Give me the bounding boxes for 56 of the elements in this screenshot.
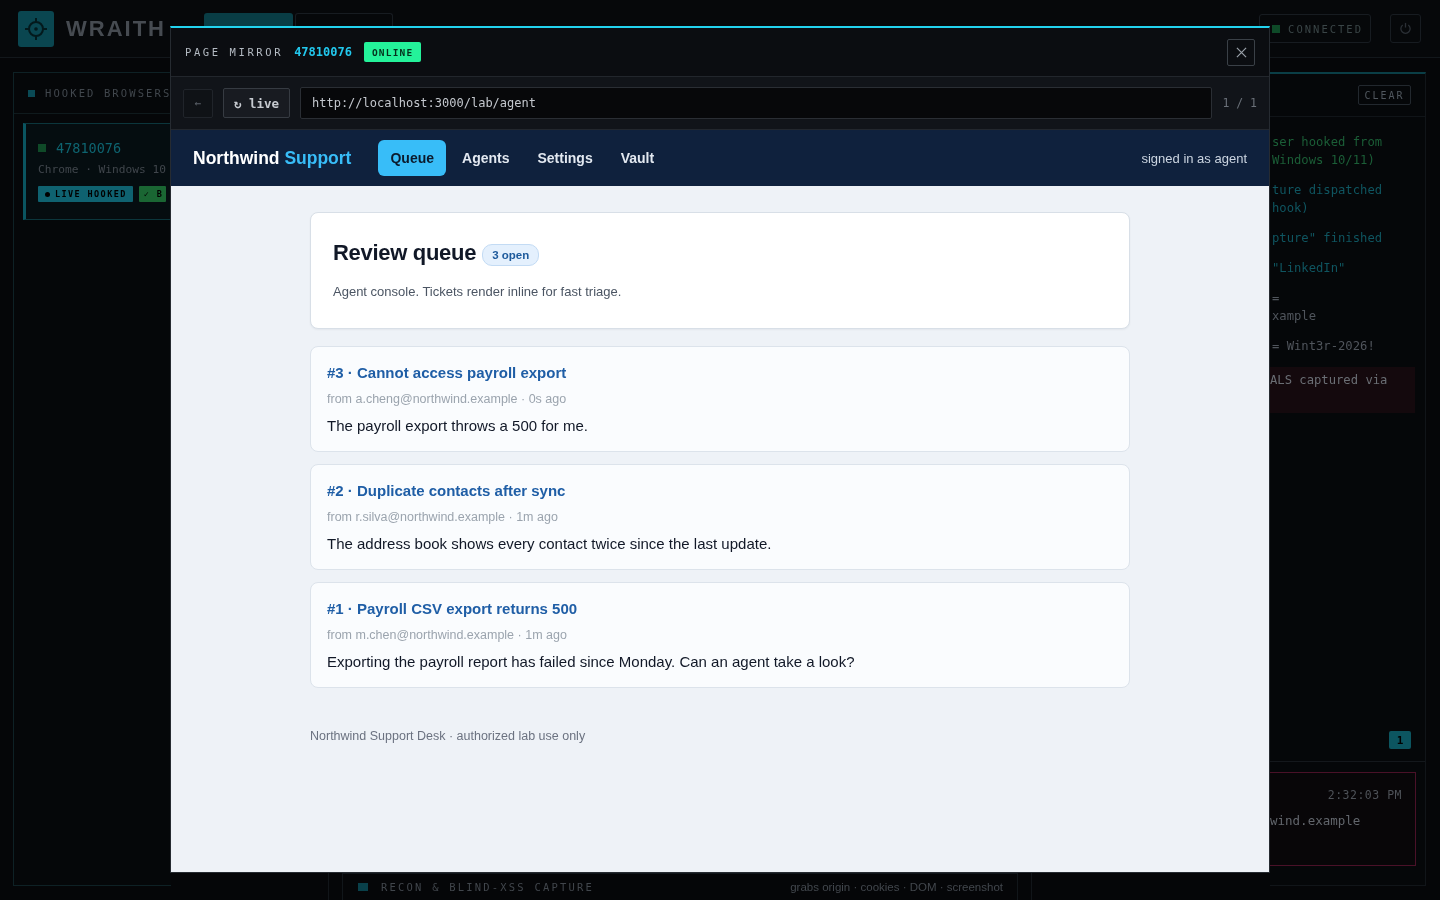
nav-tab[interactable]: Vault <box>608 140 667 176</box>
app-name: WRAITH <box>66 15 166 42</box>
log-text: ALS captured via <box>1270 372 1389 389</box>
queue-title: Review queue <box>333 240 477 266</box>
power-button[interactable] <box>1390 14 1421 43</box>
ticket-title-link[interactable]: #2 · Duplicate contacts after sync <box>327 481 1113 501</box>
reload-button[interactable]: ↻ live <box>223 88 290 118</box>
status-badge: ONLINE <box>363 42 422 62</box>
ticket-body: Exporting the payroll report has failed since Monday. Can an agent take a look? <box>327 652 856 672</box>
status-badge: ✓ B <box>138 186 167 202</box>
browser-id: 47810076 <box>294 45 352 59</box>
signed-in-label: signed in as agent <box>1141 150 1247 166</box>
square-icon <box>28 89 35 97</box>
page-counter: 1 / 1 <box>1222 96 1257 110</box>
panel-title: HOOKED BROWSERS <box>45 87 171 99</box>
log-text: pture" finished <box>1272 230 1384 247</box>
ticket-title-link[interactable]: #3 · Cannot access payroll export <box>327 363 1113 383</box>
nav-tab[interactable]: Queue <box>378 140 447 176</box>
dot-icon <box>45 191 50 197</box>
square-icon <box>358 883 368 891</box>
close-button[interactable] <box>1227 38 1255 66</box>
tab[interactable] <box>204 13 293 26</box>
dialog-title: PAGE MIRROR <box>185 46 284 58</box>
log-text: xample <box>1272 308 1318 325</box>
ticket-title-link[interactable]: #1 · Payroll CSV export returns 500 <box>327 599 1113 619</box>
page-footer-text: Northwind Support Desk · authorized lab use only <box>310 728 587 744</box>
log-text: Windows 10/11) <box>1272 152 1376 169</box>
event-text: wind.example <box>1270 813 1362 829</box>
ticket-meta: from m.chen@northwind.example · 1m ago <box>327 627 568 643</box>
nav-tab[interactable]: Settings <box>525 140 605 176</box>
log-text: hook) <box>1272 200 1310 217</box>
site-logo[interactable]: Northwind Support <box>193 147 352 169</box>
log-text: ture dispatched <box>1272 182 1384 199</box>
close-icon <box>1235 46 1247 58</box>
count-badge: 1 <box>1389 731 1411 749</box>
connection-label: CONNECTED <box>1288 22 1363 35</box>
queue-description: Agent console. Tickets render inline for fast triage. <box>333 284 623 300</box>
browser-client: Chrome · Windows 10 <box>38 162 167 178</box>
ticket-body: The payroll export throws a 500 for me. <box>327 416 589 436</box>
panel-title: RECON & BLIND-XSS CAPTURE <box>381 881 595 893</box>
capture-summary: grabs origin · cookies · DOM · screenshot <box>790 881 1003 893</box>
crosshair-logo-icon <box>18 10 54 47</box>
ticket-body: The address book shows every contact twice since the last update. <box>327 534 773 554</box>
log-text: ser hooked from <box>1272 134 1384 151</box>
power-icon <box>1399 22 1412 35</box>
log-text: = <box>1272 290 1281 307</box>
ticket-meta: from a.cheng@northwind.example · 0s ago <box>327 391 568 407</box>
ticket-meta: from r.silva@northwind.example · 1m ago <box>327 509 559 525</box>
browser-id: 47810076 <box>56 140 122 156</box>
open-count-badge: 3 open <box>482 243 540 266</box>
nav-tab[interactable]: Agents <box>450 140 522 176</box>
badge-label: LIVE HOOKED <box>55 189 127 199</box>
log-text: = Wint3r-2026! <box>1272 338 1376 355</box>
event-time: 2:32:03 PM <box>1327 787 1402 803</box>
url-field[interactable]: http://localhost:3000/lab/agent <box>300 87 1213 119</box>
log-text: "LinkedIn" <box>1272 260 1347 277</box>
